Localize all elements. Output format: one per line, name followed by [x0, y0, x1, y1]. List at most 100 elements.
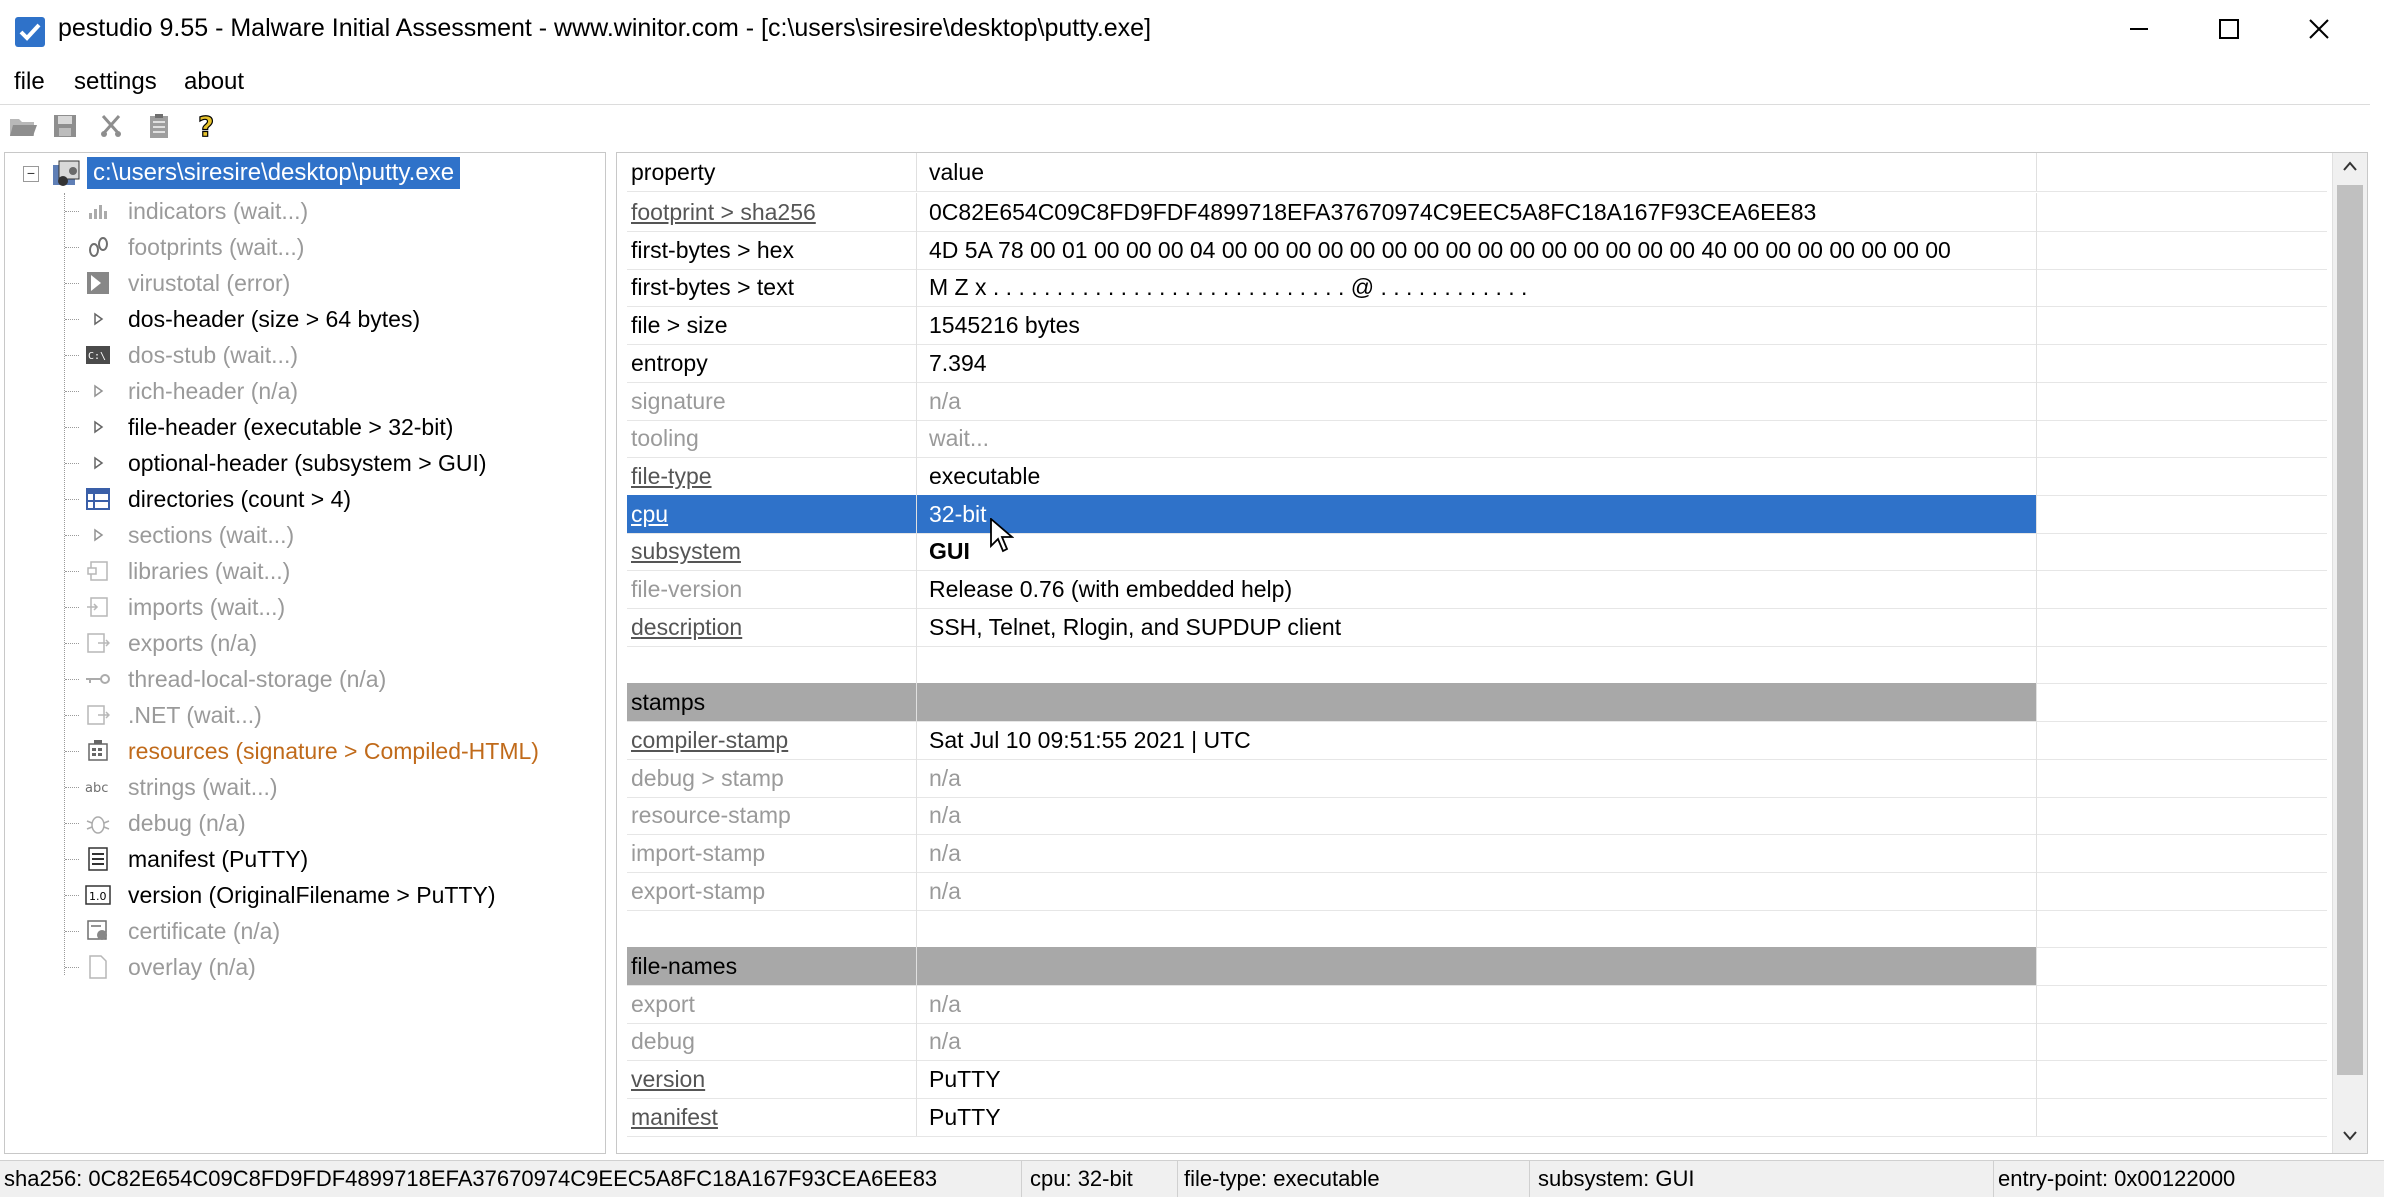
tree-item[interactable]: C:\ dos-stub (wait...) — [65, 337, 605, 373]
value-cell: 1545216 bytes — [917, 306, 2037, 345]
resources-icon — [85, 738, 111, 764]
property-link[interactable]: manifest — [631, 1104, 718, 1130]
property-link[interactable]: compiler-stamp — [631, 727, 788, 753]
minimize-button[interactable] — [2094, 0, 2184, 62]
table-row[interactable]: tooling wait... — [627, 419, 2327, 459]
table-row[interactable]: version PuTTY — [627, 1060, 2327, 1100]
tree-item[interactable]: certificate (n/a) — [65, 913, 605, 949]
tree-item[interactable]: file-header (executable > 32-bit) — [65, 409, 605, 445]
property-link[interactable]: version — [631, 1066, 705, 1092]
tree-connector — [65, 319, 79, 320]
clipboard-button[interactable] — [142, 111, 176, 145]
table-row[interactable]: signature n/a — [627, 381, 2327, 421]
tree-item[interactable]: thread-local-storage (n/a) — [65, 661, 605, 697]
column-header-property[interactable]: property — [627, 153, 917, 191]
tree-item[interactable]: dos-header (size > 64 bytes) — [65, 301, 605, 337]
tree-item[interactable]: rich-header (n/a) — [65, 373, 605, 409]
status-filetype: file-type: executable — [1180, 1161, 1530, 1197]
tree-item[interactable]: resources (signature > Compiled-HTML) — [65, 733, 605, 769]
property-link[interactable]: description — [631, 614, 742, 640]
tree-item[interactable]: overlay (n/a) — [65, 949, 605, 985]
property-cell[interactable]: version — [627, 1060, 917, 1099]
tree-item[interactable]: optional-header (subsystem > GUI) — [65, 445, 605, 481]
table-row[interactable]: entropy 7.394 — [627, 343, 2327, 383]
window-title: pestudio 9.55 - Malware Initial Assessme… — [58, 14, 1152, 42]
tree-item[interactable]: footprints (wait...) — [65, 229, 605, 265]
table-row[interactable]: file-version Release 0.76 (with embedded … — [627, 570, 2327, 609]
property-link[interactable]: file-type — [631, 463, 712, 489]
table-row[interactable]: import-stamp n/a — [627, 833, 2327, 873]
table-row[interactable]: manifest PuTTY — [627, 1097, 2327, 1137]
cut-button[interactable] — [94, 111, 128, 145]
table-row[interactable]: debug > stamp n/a — [627, 758, 2327, 798]
table-row[interactable]: export n/a — [627, 984, 2327, 1024]
extra-cell — [2037, 645, 2327, 683]
svg-text:abc: abc — [85, 781, 108, 795]
table-row[interactable]: cpu 32-bit — [627, 494, 2327, 534]
section-header-row[interactable]: file-names — [627, 947, 2327, 986]
property-link[interactable]: subsystem — [631, 538, 741, 564]
extra-cell — [2037, 721, 2327, 759]
section-header-row[interactable]: stamps — [627, 683, 2327, 723]
maximize-button[interactable] — [2184, 0, 2274, 62]
tree-item[interactable]: debug (n/a) — [65, 805, 605, 841]
menu-settings[interactable]: settings — [74, 68, 157, 96]
table-row[interactable]: first-bytes > text M Z x . . . . . . . . … — [627, 268, 2327, 308]
tree-item-label: .NET (wait...) — [128, 702, 262, 728]
property-cell[interactable]: subsystem — [627, 532, 917, 571]
close-button[interactable] — [2274, 0, 2364, 62]
property-cell[interactable]: description — [627, 607, 917, 646]
column-header-value[interactable]: value — [917, 153, 2037, 191]
menu-file[interactable]: file — [14, 68, 45, 96]
table-row[interactable]: file > size 1545216 bytes — [627, 306, 2327, 346]
table-row[interactable]: export-stamp n/a — [627, 871, 2327, 911]
table-row[interactable]: first-bytes > hex 4D 5A 78 00 01 00 00 00… — [627, 230, 2327, 270]
table-row[interactable]: debug n/a — [627, 1022, 2327, 1062]
tree-item[interactable]: abc strings (wait...) — [65, 769, 605, 805]
collapse-expander[interactable]: − — [23, 166, 39, 182]
properties-pane: property value footprint > sha256 0C82E65… — [616, 152, 2368, 1154]
tree-item[interactable]: imports (wait...) — [65, 589, 605, 625]
property-cell[interactable]: footprint > sha256 — [627, 193, 917, 231]
property-link[interactable]: footprint > sha256 — [631, 199, 816, 225]
scroll-thumb[interactable] — [2337, 185, 2363, 1075]
table-row[interactable]: footprint > sha256 0C82E654C09C8FD9FDF489… — [627, 193, 2327, 232]
table-row[interactable]: file-type executable — [627, 456, 2327, 496]
help-button[interactable]: ? — [190, 109, 224, 145]
tree-item[interactable]: indicators (wait...) — [65, 193, 605, 229]
save-button[interactable] — [48, 111, 82, 145]
tree-item[interactable]: 1.0 version (OriginalFilename > PuTTY) — [65, 877, 605, 913]
tree-item[interactable]: directories (count > 4) — [65, 481, 605, 517]
tree-root-label[interactable]: c:\users\siresire\desktop\putty.exe — [87, 157, 461, 189]
property-cell[interactable]: cpu — [627, 494, 917, 533]
svg-text:C:\: C:\ — [88, 351, 106, 362]
table-row[interactable]: resource-stamp n/a — [627, 796, 2327, 836]
app-checkbox-icon — [14, 16, 46, 48]
property-cell: debug > stamp — [627, 758, 917, 797]
table-row[interactable]: subsystem GUI — [627, 532, 2327, 572]
table-row[interactable]: description SSH, Telnet, Rlogin, and SUPD… — [627, 607, 2327, 647]
tree-item[interactable]: manifest (PuTTY) — [65, 841, 605, 877]
vertical-scrollbar[interactable] — [2332, 153, 2367, 1153]
extra-cell — [2037, 570, 2327, 608]
tree-item[interactable]: exports (n/a) — [65, 625, 605, 661]
property-cell[interactable]: manifest — [627, 1097, 917, 1136]
property-cell[interactable]: compiler-stamp — [627, 720, 917, 759]
scroll-down-arrow[interactable] — [2333, 1123, 2367, 1153]
tree-item[interactable]: virustotal (error) — [65, 265, 605, 301]
property-cell[interactable]: file-type — [627, 456, 917, 495]
menu-about[interactable]: about — [184, 68, 244, 96]
extra-cell — [2037, 1022, 2327, 1060]
table-row[interactable]: compiler-stamp Sat Jul 10 09:51:55 2021 |… — [627, 720, 2327, 760]
tree-item[interactable]: .NET (wait...) — [65, 697, 605, 733]
chevron-down-icon — [2342, 1129, 2358, 1147]
tree-item-label: file-header (executable > 32-bit) — [128, 414, 454, 440]
svg-text:?: ? — [198, 111, 214, 141]
tree-item[interactable]: libraries (wait...) — [65, 553, 605, 589]
open-button[interactable] — [6, 111, 40, 145]
property-link[interactable]: cpu — [631, 501, 668, 527]
grid-icon — [85, 486, 111, 512]
tree-item[interactable]: sections (wait...) — [65, 517, 605, 553]
table-header: property value — [627, 153, 2327, 192]
scroll-up-arrow[interactable] — [2333, 153, 2367, 183]
